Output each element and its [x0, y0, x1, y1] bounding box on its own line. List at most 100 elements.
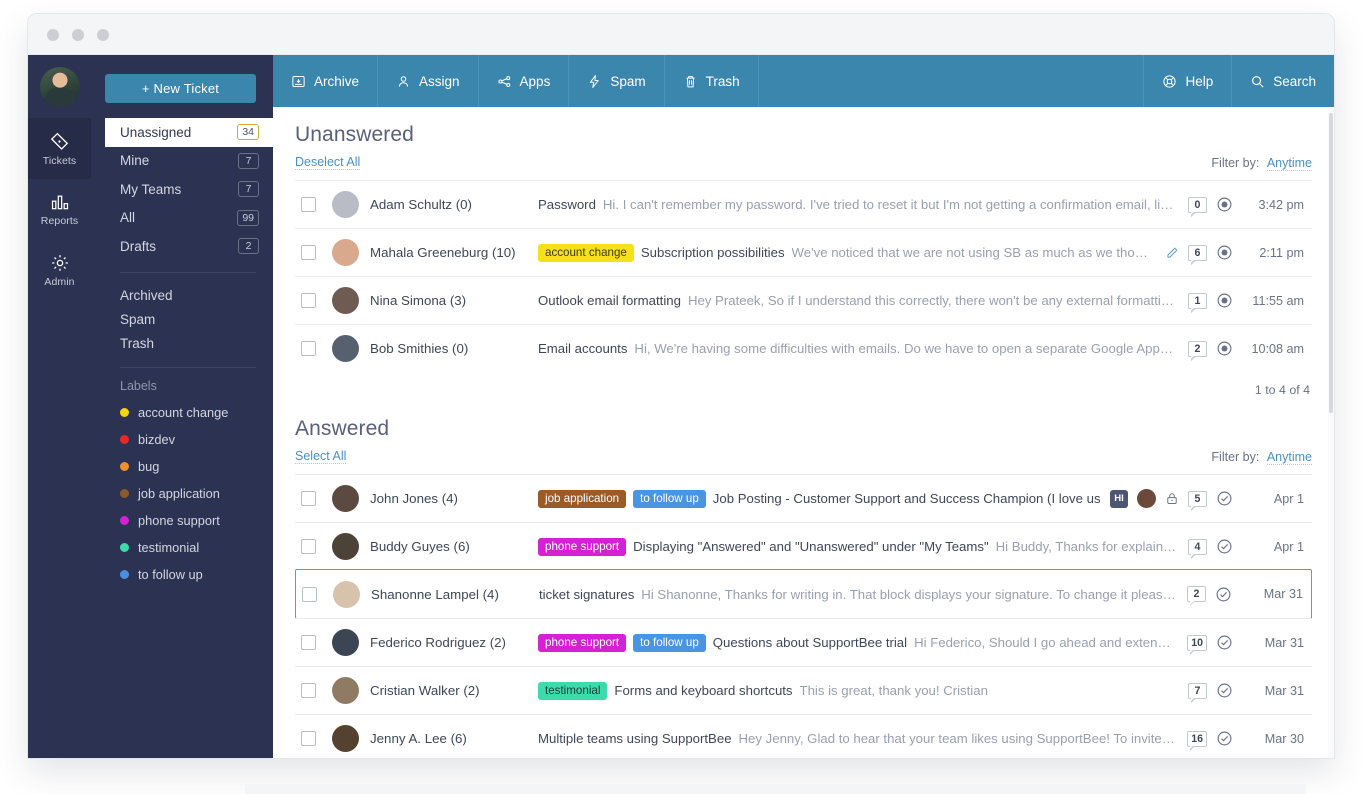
sidebar-label-bizdev[interactable]: bizdev: [120, 426, 273, 453]
new-ticket-button[interactable]: + New Ticket: [105, 74, 256, 103]
scrollbar-thumb[interactable]: [1329, 113, 1333, 413]
row-tag[interactable]: to follow up: [633, 489, 706, 508]
table-row-selected[interactable]: Shanonne Lampel (4) ticket signatures Hi…: [295, 569, 1312, 619]
table-row[interactable]: Cristian Walker (2) testimonial Forms an…: [295, 666, 1312, 714]
sidebar-item-spam[interactable]: Spam: [120, 308, 273, 332]
filter-by-value[interactable]: Anytime: [1266, 155, 1312, 171]
row-subject: ticket signatures: [539, 586, 635, 602]
answered-status-icon[interactable]: [1216, 490, 1233, 507]
row-body: testimonial Forms and keyboard shortcuts…: [538, 681, 1178, 700]
filter-by-value[interactable]: Anytime: [1266, 449, 1312, 465]
rail-item-tickets-label: Tickets: [42, 154, 77, 167]
table-row[interactable]: Buddy Guyes (6) phone support Displaying…: [295, 522, 1312, 570]
spam-label: Spam: [610, 73, 646, 89]
sidebar-item-unassigned[interactable]: Unassigned 34: [105, 118, 273, 147]
row-tag[interactable]: job application: [538, 489, 627, 508]
sidebar-item-my-teams[interactable]: My Teams 7: [105, 175, 273, 204]
row-tag[interactable]: phone support: [538, 537, 627, 556]
search-label: Search: [1273, 73, 1316, 89]
row-body: Multiple teams using SupportBee Hey Jenn…: [538, 731, 1177, 746]
row-checkbox[interactable]: [301, 635, 316, 650]
sidebar-label-bug[interactable]: bug: [120, 453, 273, 480]
trash-button[interactable]: Trash: [665, 55, 759, 107]
archive-button[interactable]: Archive: [273, 55, 379, 107]
rail-item-reports[interactable]: Reports: [28, 179, 91, 240]
new-ticket-container: + New Ticket: [91, 55, 273, 117]
unanswered-status-icon[interactable]: [1216, 196, 1233, 213]
sidebar-label-testimonial[interactable]: testimonial: [120, 534, 273, 561]
reply-count-badge: 7: [1188, 682, 1207, 703]
search-button[interactable]: Search: [1231, 55, 1334, 107]
row-checkbox[interactable]: [301, 341, 316, 356]
apps-button[interactable]: Apps: [479, 55, 570, 107]
avatar[interactable]: [28, 55, 91, 118]
answered-status-icon[interactable]: [1216, 730, 1233, 747]
select-all-link[interactable]: Select All: [295, 449, 347, 464]
row-meta: 2 10:08 am: [1178, 340, 1304, 361]
answered-status-icon[interactable]: [1216, 538, 1233, 555]
close-window-dot[interactable]: [47, 29, 59, 41]
table-row[interactable]: Jenny A. Lee (6) Multiple teams using Su…: [295, 714, 1312, 758]
sidebar-item-drafts[interactable]: Drafts 2: [105, 232, 273, 261]
app-screenshot: Tickets Reports Admin + New Ticket Unass…: [0, 0, 1362, 794]
table-row[interactable]: Adam Schultz (0) Password Hi. I can't re…: [295, 180, 1312, 228]
unanswered-status-icon[interactable]: [1216, 340, 1233, 357]
answered-status-icon[interactable]: [1216, 634, 1233, 651]
unanswered-status-icon[interactable]: [1216, 244, 1233, 261]
sidebar-item-all[interactable]: All 99: [105, 204, 273, 233]
spam-button[interactable]: Spam: [569, 55, 665, 107]
row-checkbox[interactable]: [301, 197, 316, 212]
row-tag[interactable]: to follow up: [633, 633, 706, 652]
help-button[interactable]: Help: [1143, 55, 1231, 107]
deselect-all-link[interactable]: Deselect All: [295, 155, 361, 170]
sidebar-item-drafts-label: Drafts: [120, 238, 157, 254]
row-time: Mar 30: [1264, 731, 1304, 746]
row-checkbox[interactable]: [301, 245, 316, 260]
sidebar-label-job-application[interactable]: job application: [120, 480, 273, 507]
table-row[interactable]: John Jones (4) job application to follow…: [295, 474, 1312, 522]
sidebar-label-text: testimonial: [138, 539, 200, 555]
avatar: [332, 533, 359, 560]
row-checkbox[interactable]: [301, 539, 316, 554]
unanswered-status-icon[interactable]: [1216, 292, 1233, 309]
share-icon: [497, 74, 512, 89]
answered-status-icon[interactable]: [1216, 682, 1233, 699]
row-checkbox[interactable]: [301, 731, 316, 746]
assignee-avatar[interactable]: [1137, 489, 1156, 508]
maximize-window-dot[interactable]: [97, 29, 109, 41]
label-color-dot: [120, 407, 129, 417]
row-meta: 6 2:11 pm: [1155, 244, 1304, 265]
draft-pencil-icon[interactable]: [1165, 246, 1179, 260]
rail-item-admin-label: Admin: [44, 276, 75, 288]
sidebar-item-trash[interactable]: Trash: [120, 332, 273, 356]
row-checkbox[interactable]: [302, 586, 317, 602]
table-row[interactable]: Mahala Greeneburg (10) account change Su…: [295, 228, 1312, 276]
minimize-window-dot[interactable]: [72, 29, 84, 41]
sidebar-label-phone-support[interactable]: phone support: [120, 507, 273, 534]
assign-button[interactable]: Assign: [378, 55, 479, 107]
trash-icon: [683, 74, 698, 89]
table-row[interactable]: Federico Rodriguez (2) phone support to …: [295, 618, 1312, 666]
row-snippet: This is great, thank you! Cristian: [799, 683, 988, 698]
table-row[interactable]: Nina Simona (3) Outlook email formatting…: [295, 276, 1312, 324]
table-row[interactable]: Bob Smithies (0) Email accounts Hi, We'r…: [295, 324, 1312, 372]
filter-by-label: Filter by:: [1211, 155, 1260, 170]
sidebar-label-account-change[interactable]: account change: [120, 399, 273, 426]
row-tag[interactable]: phone support: [538, 633, 627, 652]
row-checkbox[interactable]: [301, 293, 316, 308]
row-tag[interactable]: account change: [538, 243, 634, 262]
rail-item-admin[interactable]: Admin: [28, 240, 91, 301]
row-checkbox[interactable]: [301, 491, 316, 506]
answered-status-icon[interactable]: [1215, 586, 1232, 603]
sidebar-label-to-follow-up[interactable]: to follow up: [120, 561, 273, 588]
row-tag[interactable]: testimonial: [538, 681, 608, 700]
sidebar-item-mine[interactable]: Mine 7: [105, 147, 273, 176]
sidebar-label-text: phone support: [138, 512, 220, 528]
window-controls: [47, 29, 109, 41]
assign-label: Assign: [419, 73, 460, 89]
lock-icon: [1165, 491, 1179, 506]
rail-item-tickets[interactable]: Tickets: [28, 118, 91, 179]
unanswered-list: Adam Schultz (0) Password Hi. I can't re…: [295, 180, 1312, 372]
row-checkbox[interactable]: [301, 683, 316, 698]
sidebar-item-archived[interactable]: Archived: [120, 284, 273, 308]
